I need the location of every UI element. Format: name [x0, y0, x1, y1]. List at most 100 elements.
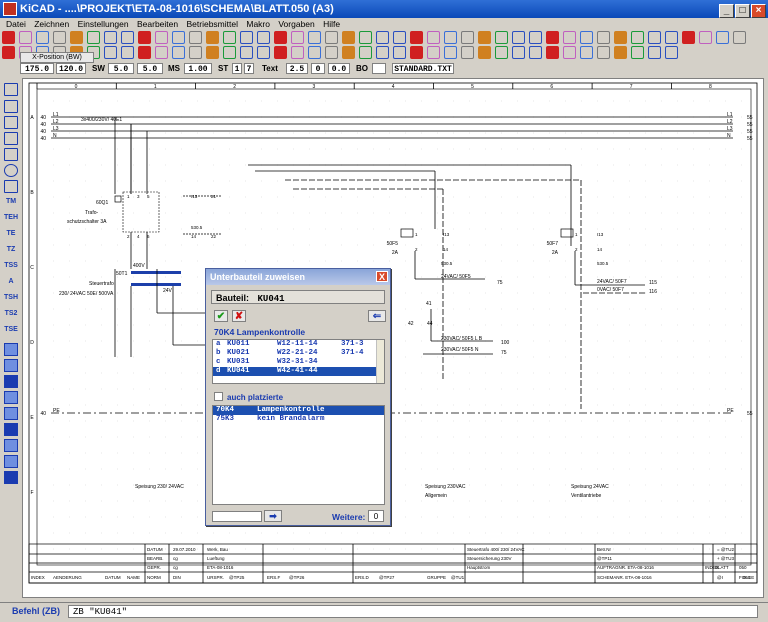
- toolbar-tool-icon[interactable]: [291, 46, 304, 59]
- toolbar-tool-icon[interactable]: [206, 31, 219, 44]
- minimize-button[interactable]: _: [719, 4, 734, 18]
- toolbar-tool-icon[interactable]: [172, 31, 185, 44]
- toolbar-tool-icon[interactable]: [291, 31, 304, 44]
- toolbar-tool-icon[interactable]: [563, 46, 576, 59]
- toolbar-tool-icon[interactable]: [461, 46, 474, 59]
- toolbar-tool-icon[interactable]: [376, 46, 389, 59]
- toolbar-tool-icon[interactable]: [274, 31, 287, 44]
- toolbar-tool-icon[interactable]: [172, 46, 185, 59]
- toolbar-tool-icon[interactable]: [308, 31, 321, 44]
- draw-tool-icon[interactable]: [4, 100, 18, 113]
- toolbar-tool-icon[interactable]: [597, 31, 610, 44]
- toolbar-tool-icon[interactable]: [716, 31, 729, 44]
- list-item[interactable]: a KU011 W12-11-14 371-3: [213, 340, 384, 349]
- maximize-button[interactable]: □: [735, 4, 750, 18]
- font-field[interactable]: STANDARD.TXT: [392, 63, 454, 74]
- toolbar-tool-icon[interactable]: [461, 31, 474, 44]
- toolbar-tool-icon[interactable]: [410, 31, 423, 44]
- toolbar-tool-icon[interactable]: [155, 46, 168, 59]
- cancel-button[interactable]: ✘: [232, 310, 246, 322]
- toolbar-tool-icon[interactable]: [138, 46, 151, 59]
- toolbar-tool-icon[interactable]: [546, 46, 559, 59]
- toolbar-tool-icon[interactable]: [19, 31, 32, 44]
- close-button[interactable]: ×: [751, 4, 766, 18]
- draw-tool-icon[interactable]: [4, 164, 18, 177]
- toolbar-tool-icon[interactable]: [308, 46, 321, 59]
- toolbar-tool-icon[interactable]: [410, 46, 423, 59]
- go-button[interactable]: ➡: [264, 510, 282, 522]
- toolbar-tool-icon[interactable]: [342, 31, 355, 44]
- search-input[interactable]: [212, 511, 262, 522]
- list-item-selected[interactable]: 70K4 Lampenkontrolle: [213, 406, 384, 415]
- dialog-titlebar[interactable]: Unterbauteil zuweisen X: [206, 269, 390, 285]
- list-scrollbar[interactable]: [376, 340, 384, 383]
- edit-tool-icon[interactable]: [4, 375, 18, 388]
- toolbar-tool-icon[interactable]: [223, 31, 236, 44]
- toolbar-tool-icon[interactable]: [206, 46, 219, 59]
- edit-tool-icon[interactable]: [4, 471, 18, 484]
- toolbar-tool-icon[interactable]: [512, 46, 525, 59]
- command-input[interactable]: ZB "KU041": [68, 605, 758, 618]
- toolbar-tool-icon[interactable]: [512, 31, 525, 44]
- toolbar-tool-icon[interactable]: [665, 46, 678, 59]
- toolbar-tool-icon[interactable]: [478, 31, 491, 44]
- toolbar-tool-icon[interactable]: [121, 31, 134, 44]
- sw2-field[interactable]: 5.0: [137, 63, 163, 74]
- draw-tool-icon[interactable]: [4, 180, 18, 193]
- menu-datei[interactable]: Datei: [6, 19, 26, 29]
- toolbar-tool-icon[interactable]: [325, 31, 338, 44]
- bo-field[interactable]: [372, 63, 386, 74]
- toolbar-tool-icon[interactable]: [342, 46, 355, 59]
- toolbar-tool-icon[interactable]: [478, 46, 491, 59]
- draw-tool-icon[interactable]: [4, 116, 18, 129]
- toolbar-tool-icon[interactable]: [546, 31, 559, 44]
- toolbar-tool-icon[interactable]: [495, 31, 508, 44]
- menu-makro[interactable]: Makro: [246, 19, 270, 29]
- toolbar-tool-icon[interactable]: [53, 31, 66, 44]
- text-field-2[interactable]: 0.0: [328, 63, 350, 74]
- schematic-canvas[interactable]: 0 1 2 3 4 5 6 7 8 A B C D E F 40 L1 L1 55 40 L2 L2 55 40 L3 L3 55 4…: [22, 78, 764, 598]
- toolbar-tool-icon[interactable]: [359, 31, 372, 44]
- window-titlebar[interactable]: KiCAD - ....\PROJEKT\ETA-08-1016\SCHEMA\…: [0, 0, 768, 18]
- tool-teh-icon[interactable]: TEH: [4, 211, 18, 224]
- toolbar-tool-icon[interactable]: [444, 46, 457, 59]
- toolbar-tool-icon[interactable]: [648, 31, 661, 44]
- toolbar-tool-icon[interactable]: [359, 46, 372, 59]
- toolbar-tool-icon[interactable]: [529, 31, 542, 44]
- list-item[interactable]: b KU021 W22-21-24 371-4: [213, 349, 384, 358]
- toolbar-tool-icon[interactable]: [325, 46, 338, 59]
- toolbar-tool-icon[interactable]: [257, 46, 270, 59]
- list-item[interactable]: 75K3 kein Brandalarm: [213, 415, 384, 424]
- dialog-close-button[interactable]: X: [376, 271, 388, 282]
- toolbar-tool-icon[interactable]: [189, 46, 202, 59]
- toolbar-tool-icon[interactable]: [427, 46, 440, 59]
- draw-tool-icon[interactable]: [4, 148, 18, 161]
- toolbar-tool-icon[interactable]: [257, 31, 270, 44]
- toolbar-tool-icon[interactable]: [614, 31, 627, 44]
- tool-te-icon[interactable]: TE: [4, 227, 18, 240]
- toolbar-tool-icon[interactable]: [427, 31, 440, 44]
- toolbar-tool-icon[interactable]: [733, 31, 746, 44]
- toolbar-tool-icon[interactable]: [155, 31, 168, 44]
- toolbar-tool-icon[interactable]: [240, 31, 253, 44]
- text-size-field[interactable]: 2.5: [286, 63, 308, 74]
- toolbar-tool-icon[interactable]: [648, 46, 661, 59]
- tool-ts2-icon[interactable]: TS2: [4, 307, 18, 320]
- toolbar-tool-icon[interactable]: [665, 31, 678, 44]
- auch-platzierte-checkbox[interactable]: auch platzierte: [214, 392, 283, 402]
- tool-tse-icon[interactable]: TSE: [4, 323, 18, 336]
- edit-tool-icon[interactable]: [4, 343, 18, 356]
- edit-tool-icon[interactable]: [4, 423, 18, 436]
- toolbar-tool-icon[interactable]: [631, 46, 644, 59]
- edit-tool-icon[interactable]: [4, 359, 18, 372]
- tool-tss-icon[interactable]: TSS: [4, 259, 18, 272]
- edit-tool-icon[interactable]: [4, 439, 18, 452]
- toolbar-tool-icon[interactable]: [393, 31, 406, 44]
- menu-vorgaben[interactable]: Vorgaben: [278, 19, 314, 29]
- tool-a-icon[interactable]: A: [4, 275, 18, 288]
- back-arrow-button[interactable]: ⇐: [368, 310, 386, 322]
- draw-tool-icon[interactable]: [4, 83, 18, 96]
- toolbar-tool-icon[interactable]: [393, 46, 406, 59]
- sw-field[interactable]: 5.0: [108, 63, 134, 74]
- toolbar-tool-icon[interactable]: [597, 46, 610, 59]
